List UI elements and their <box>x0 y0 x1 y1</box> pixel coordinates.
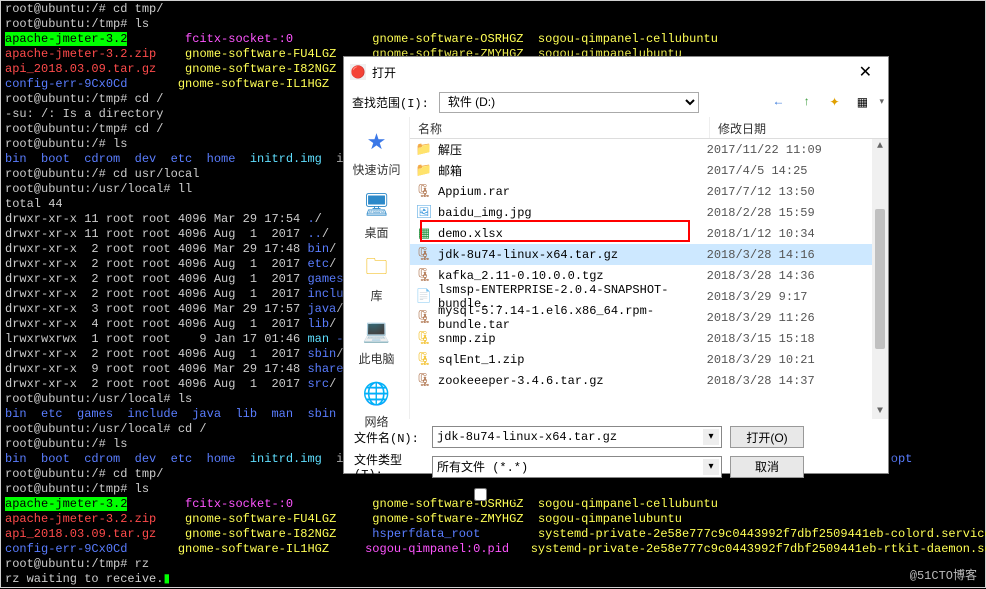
file-list: 名称 修改日期 📁解压2017/11/22 11:09📁邮箱2017/4/5 1… <box>410 117 888 419</box>
file-row[interactable]: 🖼baidu_img.jpg2018/2/28 15:59 <box>410 202 888 223</box>
file-row[interactable]: 🗜sqlEnt_1.zip2018/3/29 10:21 <box>410 349 888 370</box>
file-row[interactable]: 🗜jdk-8u74-linux-x64.tar.gz2018/3/28 14:1… <box>410 244 888 265</box>
places-sidebar: ★快速访问🖥桌面🗀库💻此电脑🌐网络 <box>344 117 410 419</box>
column-headers[interactable]: 名称 修改日期 <box>410 117 888 139</box>
filter-label: 文件类型(T): <box>354 451 424 482</box>
cancel-button[interactable]: 取消 <box>730 456 804 478</box>
drive-select[interactable]: 软件 (D:) <box>439 92 699 113</box>
place-item[interactable]: ★快速访问 <box>344 125 409 180</box>
close-icon[interactable]: ✕ <box>849 58 882 86</box>
file-row[interactable]: 📁解压2017/11/22 11:09 <box>410 139 888 160</box>
app-icon: 🔴 <box>350 64 366 80</box>
back-button[interactable]: ← <box>769 93 787 111</box>
dialog-title: 打开 <box>372 64 396 81</box>
place-item[interactable]: 🌐网络 <box>344 377 409 432</box>
view-menu-button[interactable]: ▦ <box>853 93 871 111</box>
place-item[interactable]: 🖥桌面 <box>344 188 409 243</box>
dialog-footer: 文件名(N): jdk-8u74-linux-x64.tar.gz▾ 打开(O)… <box>344 419 888 509</box>
col-name: 名称 <box>410 117 710 138</box>
scroll-up-icon[interactable]: ▲ <box>877 139 883 154</box>
place-item[interactable]: 💻此电脑 <box>344 314 409 369</box>
file-row[interactable]: 🗜Appium.rar2017/7/12 13:50 <box>410 181 888 202</box>
open-button[interactable]: 打开(O) <box>730 426 804 448</box>
ascii-checkbox[interactable] <box>474 488 487 501</box>
look-in-row: 查找范围(I): 软件 (D:) ← ↑ ✦ ▦ ▾ <box>344 87 888 117</box>
dialog-titlebar[interactable]: 🔴 打开 ✕ <box>344 57 888 87</box>
filename-input[interactable]: jdk-8u74-linux-x64.tar.gz▾ <box>432 426 722 448</box>
file-row[interactable]: 🗜mysql-5.7.14-1.el6.x86_64.rpm-bundle.ta… <box>410 307 888 328</box>
open-file-dialog: 🔴 打开 ✕ 查找范围(I): 软件 (D:) ← ↑ ✦ ▦ ▾ ★快速访问 🖥… <box>343 56 889 474</box>
filter-select[interactable]: 所有文件 (*.*)▾ <box>432 456 722 478</box>
scroll-down-icon[interactable]: ▼ <box>877 404 883 419</box>
file-rows[interactable]: 📁解压2017/11/22 11:09📁邮箱2017/4/5 14:25🗜App… <box>410 139 888 419</box>
scroll-thumb[interactable] <box>875 209 885 349</box>
col-date: 修改日期 <box>710 117 888 138</box>
place-item[interactable]: 🗀库 <box>344 251 409 306</box>
file-row[interactable]: 🗜snmp.zip2018/3/15 15:18 <box>410 328 888 349</box>
chevron-down-icon[interactable]: ▾ <box>703 459 719 475</box>
filename-label: 文件名(N): <box>354 429 424 446</box>
ascii-label: 发送文件到ASCII <box>491 486 587 503</box>
watermark: @51CTO博客 <box>910 566 977 583</box>
scrollbar[interactable]: ▲ ▼ <box>872 139 888 419</box>
look-in-label: 查找范围(I): <box>352 94 429 111</box>
file-row[interactable]: 🗜zookeeeper-3.4.6.tar.gz2018/3/28 14:37 <box>410 370 888 391</box>
up-button[interactable]: ↑ <box>797 93 815 111</box>
file-row[interactable]: ▦demo.xlsx2018/1/12 10:34 <box>410 223 888 244</box>
chevron-down-icon[interactable]: ▾ <box>703 429 719 445</box>
file-row[interactable]: 📁邮箱2017/4/5 14:25 <box>410 160 888 181</box>
new-folder-button[interactable]: ✦ <box>825 93 843 111</box>
